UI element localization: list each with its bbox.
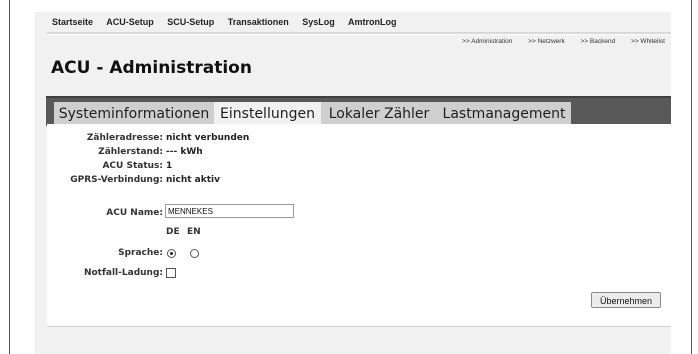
- subnav-administration[interactable]: >> Administration: [462, 38, 512, 45]
- zaehlerstand-value: --- kWh: [166, 147, 203, 157]
- sub-navigation: >> Administration >> Netzwerk >> Backend…: [448, 38, 665, 45]
- gprs-label: GPRS-Verbindung:: [70, 175, 163, 185]
- subnav-backend[interactable]: >> Backend: [581, 38, 616, 45]
- gprs-value: nicht aktiv: [166, 175, 220, 185]
- notfall-checkbox[interactable]: [166, 268, 176, 278]
- sprache-label: Sprache:: [118, 248, 163, 258]
- acu-status-label: ACU Status:: [102, 161, 163, 171]
- tab-lokaler-zaehler[interactable]: Lokaler Zähler: [321, 102, 437, 126]
- page-title: ACU - Administration: [51, 58, 252, 78]
- nav-transaktionen[interactable]: Transaktionen: [228, 17, 289, 27]
- tab-systeminformationen[interactable]: Systeminformationen: [54, 102, 214, 126]
- nav-syslog[interactable]: SysLog: [302, 17, 335, 27]
- radio-de[interactable]: [167, 249, 176, 258]
- info-row-zaehlerstand: Zählerstand: --- kWh: [0, 147, 400, 159]
- radio-en[interactable]: [190, 249, 199, 258]
- zaehlerstand-label: Zählerstand:: [98, 147, 163, 157]
- nav-acu-setup[interactable]: ACU-Setup: [106, 17, 154, 27]
- lang-de-label: DE: [166, 227, 180, 237]
- tab-einstellungen[interactable]: Einstellungen: [214, 102, 321, 126]
- tab-bar: Systeminformationen Einstellungen Lokale…: [46, 96, 671, 126]
- lang-en-label: EN: [187, 227, 201, 237]
- subnav-netzwerk[interactable]: >> Netzwerk: [528, 38, 565, 45]
- top-navigation: Startseite ACU-Setup SCU-Setup Transakti…: [52, 17, 407, 31]
- nav-amtronlog[interactable]: AmtronLog: [348, 17, 397, 27]
- nav-separator: [47, 32, 671, 35]
- info-row-gprs: GPRS-Verbindung: nicht aktiv: [0, 175, 400, 187]
- notfall-row: Notfall-Ladung:: [0, 268, 400, 280]
- acu-name-label: ACU Name:: [106, 208, 163, 218]
- zaehleradresse-label: Zähleradresse:: [86, 133, 163, 143]
- radio-de-selected-dot: [170, 252, 173, 255]
- info-row-acu-status: ACU Status: 1: [0, 161, 400, 173]
- info-row-zaehleradresse: Zähleradresse: nicht verbunden: [0, 133, 400, 145]
- sprache-row: Sprache:: [0, 248, 400, 260]
- nav-scu-setup[interactable]: SCU-Setup: [167, 17, 214, 27]
- acu-name-input[interactable]: MENNEKES: [165, 204, 294, 218]
- notfall-label: Notfall-Ladung:: [83, 268, 163, 278]
- nav-startseite[interactable]: Startseite: [52, 17, 93, 27]
- tab-lastmanagement[interactable]: Lastmanagement: [437, 102, 571, 126]
- acu-status-value: 1: [166, 161, 173, 171]
- subnav-whitelist[interactable]: >> Whitelist: [631, 38, 665, 45]
- uebernehmen-button[interactable]: Übernehmen: [591, 292, 661, 308]
- zaehleradresse-value: nicht verbunden: [166, 133, 250, 143]
